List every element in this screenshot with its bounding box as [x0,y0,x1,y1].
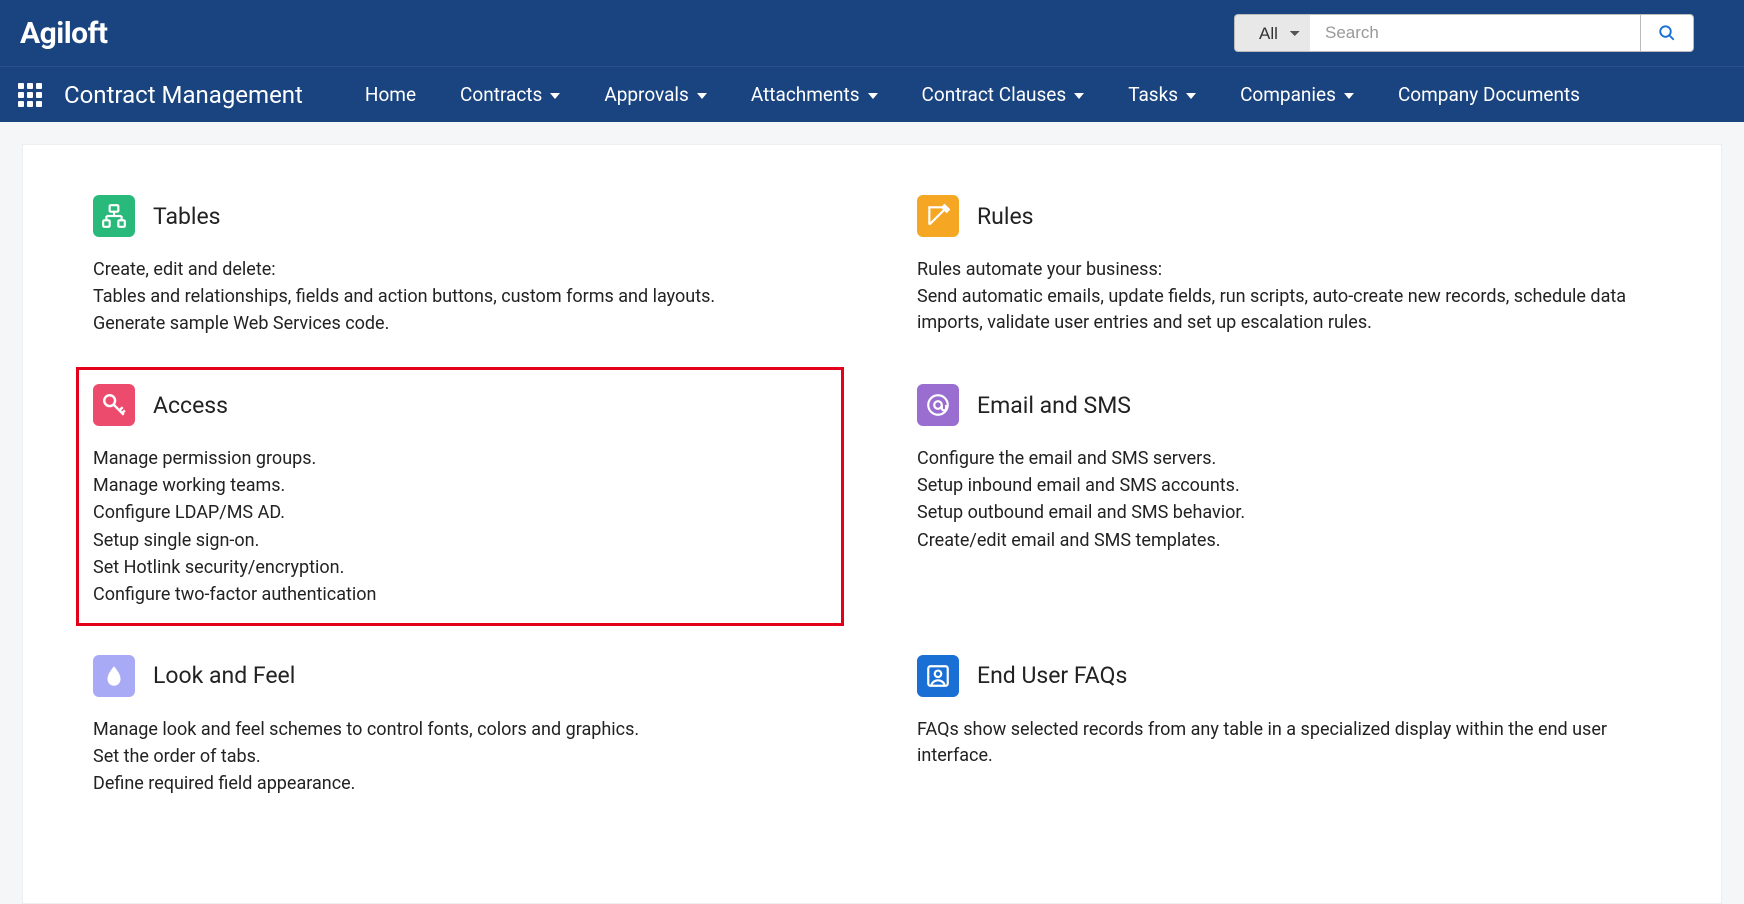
chevron-down-icon [550,93,560,99]
content-area: Tables Create, edit and delete: Tables a… [22,144,1722,904]
card-look-feel[interactable]: Look and Feel Manage look and feel schem… [93,655,827,798]
card-description: Manage look and feel schemes to control … [93,717,827,798]
look-feel-icon [93,655,135,697]
nav-item-company-documents[interactable]: Company Documents [1376,73,1602,116]
nav-item-contract-clauses[interactable]: Contract Clauses [900,73,1107,116]
card-title: Email and SMS [977,392,1131,419]
card-title: Access [153,392,228,419]
card-title: End User FAQs [977,662,1127,689]
card-title: Tables [153,203,221,230]
nav-item-attachments[interactable]: Attachments [729,73,900,116]
nav-item-contracts[interactable]: Contracts [438,73,582,116]
email-icon [917,384,959,426]
card-tables[interactable]: Tables Create, edit and delete: Tables a… [93,195,827,338]
card-description: FAQs show selected records from any tabl… [917,717,1651,770]
card-end-user-faqs[interactable]: End User FAQs FAQs show selected records… [917,655,1651,798]
nav-item-home[interactable]: Home [343,73,438,116]
nav-item-companies[interactable]: Companies [1218,73,1376,116]
chevron-down-icon [697,93,707,99]
search-container: All [1234,14,1694,52]
nav-items: Home Contracts Approvals Attachments Con… [343,73,1602,116]
chevron-down-icon [1186,93,1196,99]
top-header: Agiloft All [0,0,1744,66]
brand-logo: Agiloft [20,16,108,51]
card-description: Create, edit and delete: Tables and rela… [93,257,827,338]
nav-item-tasks[interactable]: Tasks [1106,73,1218,116]
card-description: Configure the email and SMS servers. Set… [917,446,1651,554]
search-input[interactable] [1310,14,1640,52]
card-title: Look and Feel [153,662,295,689]
apps-grid-icon[interactable] [18,83,42,107]
nav-item-approvals[interactable]: Approvals [582,73,729,116]
search-icon [1658,24,1676,42]
card-rules[interactable]: Rules Rules automate your business: Send… [917,195,1651,338]
chevron-down-icon [1074,93,1084,99]
chevron-down-icon [1344,93,1354,99]
access-icon [93,384,135,426]
card-title: Rules [977,203,1034,230]
search-button[interactable] [1640,14,1694,52]
rules-icon [917,195,959,237]
tables-icon [93,195,135,237]
chevron-down-icon [868,93,878,99]
module-title: Contract Management [64,81,303,109]
search-category-select[interactable]: All [1234,14,1310,52]
card-access[interactable]: Access Manage permission groups. Manage … [76,367,844,626]
nav-bar: Contract Management Home Contracts Appro… [0,66,1744,122]
card-email-sms[interactable]: Email and SMS Configure the email and SM… [917,384,1651,609]
card-description: Manage permission groups. Manage working… [93,446,827,609]
card-description: Rules automate your business: Send autom… [917,257,1651,337]
cards-grid: Tables Create, edit and delete: Tables a… [93,195,1651,798]
faqs-icon [917,655,959,697]
